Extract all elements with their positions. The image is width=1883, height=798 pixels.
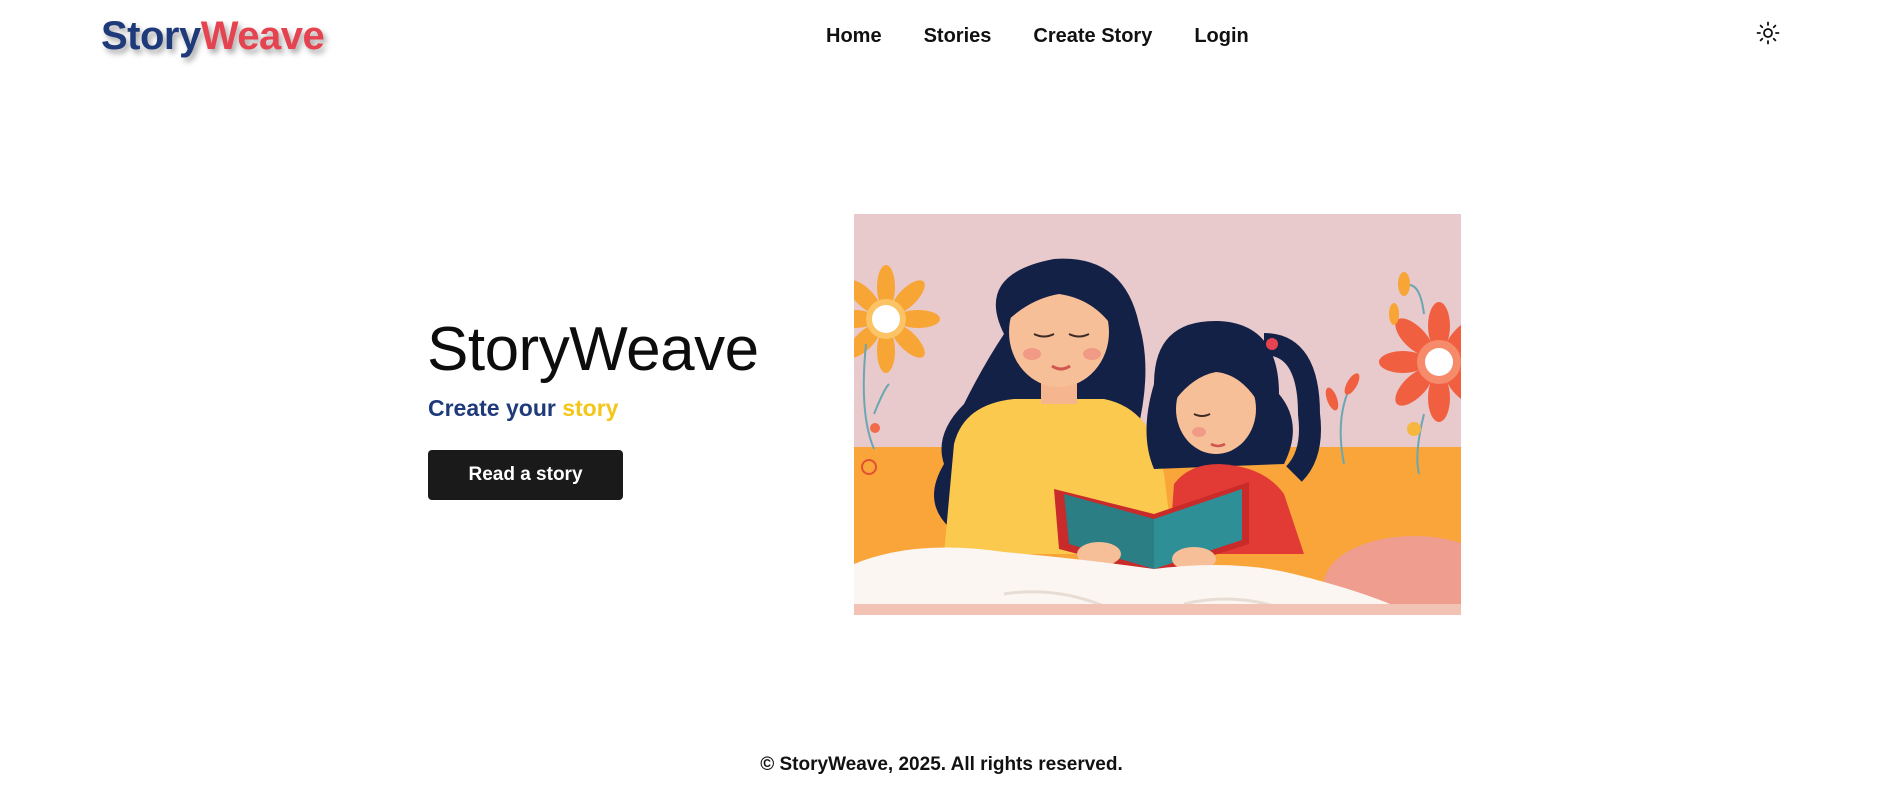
theme-toggle-button[interactable] xyxy=(1754,20,1782,48)
hero-subtitle-create: Create your xyxy=(428,395,556,421)
footer-copyright: © StoryWeave, 2025. All rights reserved. xyxy=(760,754,1123,775)
site-logo[interactable]: StoryWeave xyxy=(101,12,325,60)
mother-daughter-reading-illustration xyxy=(854,214,1461,615)
site-header: StoryWeave Home Stories Create Story Log… xyxy=(0,0,1883,75)
nav-login[interactable]: Login xyxy=(1194,25,1248,48)
sun-icon xyxy=(1756,21,1780,48)
nav-create-story[interactable]: Create Story xyxy=(1033,25,1152,48)
logo-part-story: Story xyxy=(101,14,201,58)
hero-title: StoryWeave xyxy=(427,315,759,384)
hero-subtitle-story: story xyxy=(562,395,619,421)
site-footer: © StoryWeave, 2025. All rights reserved. xyxy=(0,752,1883,778)
main-nav: Home Stories Create Story Login xyxy=(826,22,1249,50)
hero-subtitle: Create your story xyxy=(428,393,618,423)
nav-stories[interactable]: Stories xyxy=(924,25,992,48)
nav-home[interactable]: Home xyxy=(826,25,882,48)
read-story-button[interactable]: Read a story xyxy=(428,450,623,500)
hero-illustration xyxy=(854,214,1461,615)
logo-part-weave: Weave xyxy=(200,14,325,58)
